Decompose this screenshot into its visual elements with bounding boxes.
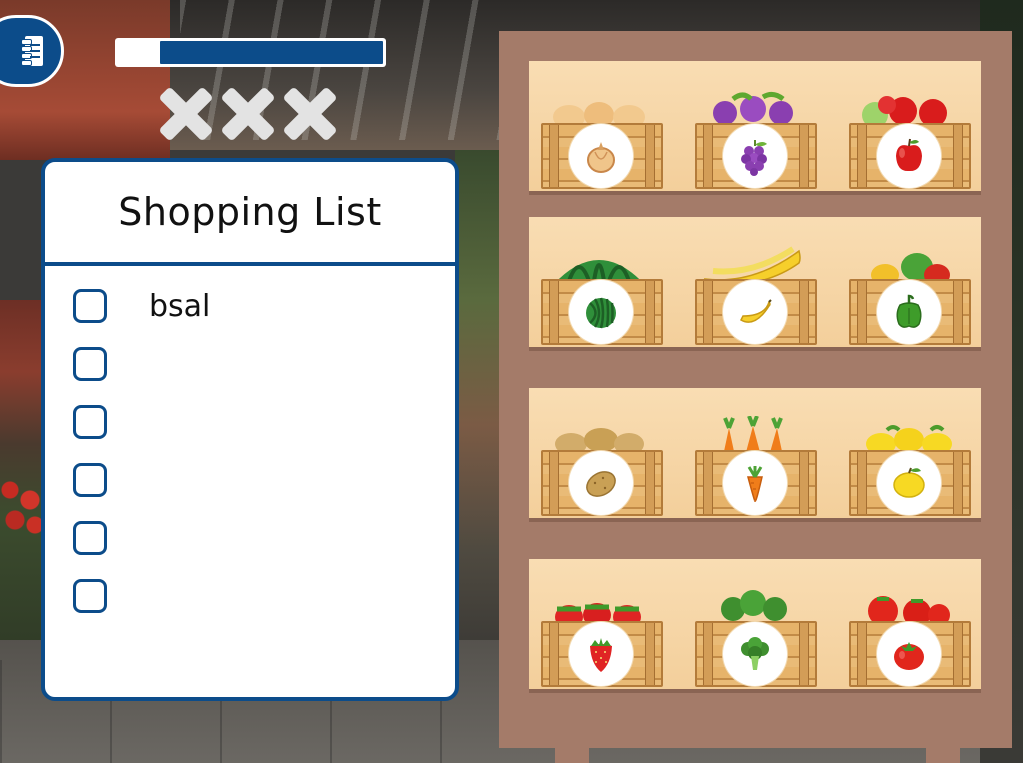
lemon-icon	[893, 467, 925, 498]
timer-progress-fill	[160, 41, 383, 64]
produce-crate-tomato[interactable]	[849, 596, 971, 687]
strawberry-icon	[590, 638, 612, 672]
list-checkbox[interactable]	[73, 463, 107, 497]
bell-pepper-icon	[896, 294, 922, 328]
list-checkbox[interactable]	[73, 579, 107, 613]
shelf-tier-lip	[529, 689, 981, 693]
produce-shelf	[499, 31, 1012, 748]
produce-badge	[726, 283, 784, 341]
x-mark-icon	[282, 86, 338, 142]
produce-crate-strawberry[interactable]	[541, 603, 663, 687]
produce-badge	[880, 625, 938, 683]
list-item	[73, 576, 149, 616]
list-checkbox[interactable]	[73, 521, 107, 555]
list-item-label: bsal	[149, 288, 211, 324]
produce-badge	[880, 454, 938, 512]
list-checkbox[interactable]	[73, 347, 107, 381]
strike-indicators	[158, 86, 338, 142]
produce-crate-broccoli[interactable]	[695, 590, 817, 687]
shelf-tier	[529, 217, 981, 351]
shopping-list-panel: Shopping List bsal	[41, 158, 459, 701]
list-item: bsal	[73, 286, 210, 326]
x-mark-icon	[220, 86, 276, 142]
shelf-tier-lip	[529, 518, 981, 522]
produce-badge	[726, 454, 784, 512]
potato-icon	[586, 471, 616, 497]
onion-icon	[587, 142, 615, 173]
produce-crate-watermelon[interactable]	[541, 260, 663, 345]
produce-crate-lemon[interactable]	[849, 425, 971, 516]
produce-crate-grapes[interactable]	[695, 91, 817, 189]
shelf-tier	[529, 61, 981, 195]
carrot-icon	[747, 466, 763, 502]
notebook-icon	[19, 34, 45, 68]
produce-badge	[726, 625, 784, 683]
list-item	[73, 344, 149, 384]
shelf-tier-lip	[529, 347, 981, 351]
produce-crate-bell-pepper[interactable]	[849, 253, 971, 345]
shelf-leg-left	[555, 748, 589, 763]
list-checkbox[interactable]	[73, 405, 107, 439]
produce-badge	[572, 283, 630, 341]
grapes-icon	[741, 140, 767, 176]
list-item	[73, 518, 149, 558]
produce-badge	[572, 127, 630, 185]
shopping-list-title: Shopping List	[45, 162, 455, 266]
tomato-icon	[894, 642, 924, 670]
shelf-tier	[529, 559, 981, 693]
produce-badge	[572, 625, 630, 683]
produce-badge	[880, 283, 938, 341]
timer-progress-bar	[115, 38, 386, 67]
produce-crate-onion[interactable]	[541, 102, 663, 189]
list-item	[73, 402, 149, 442]
produce-crate-potato[interactable]	[541, 428, 663, 516]
list-checkbox[interactable]	[73, 289, 107, 323]
produce-crate-apple[interactable]	[849, 96, 971, 189]
background-tomatoes	[0, 470, 45, 540]
x-mark-icon	[158, 86, 214, 142]
produce-badge	[880, 127, 938, 185]
broccoli-icon	[741, 637, 769, 670]
produce-crate-carrot[interactable]	[695, 416, 817, 516]
produce-crate-banana[interactable]	[695, 246, 817, 345]
banana-icon	[740, 299, 772, 323]
watermelon-icon	[586, 297, 616, 329]
shelf-tier	[529, 388, 981, 522]
list-item	[73, 460, 149, 500]
shelf-tier-lip	[529, 191, 981, 195]
shelf-leg-right	[926, 748, 960, 763]
market-aisle	[455, 150, 500, 650]
produce-badge	[572, 454, 630, 512]
produce-badge	[726, 127, 784, 185]
apple-icon	[896, 138, 922, 172]
